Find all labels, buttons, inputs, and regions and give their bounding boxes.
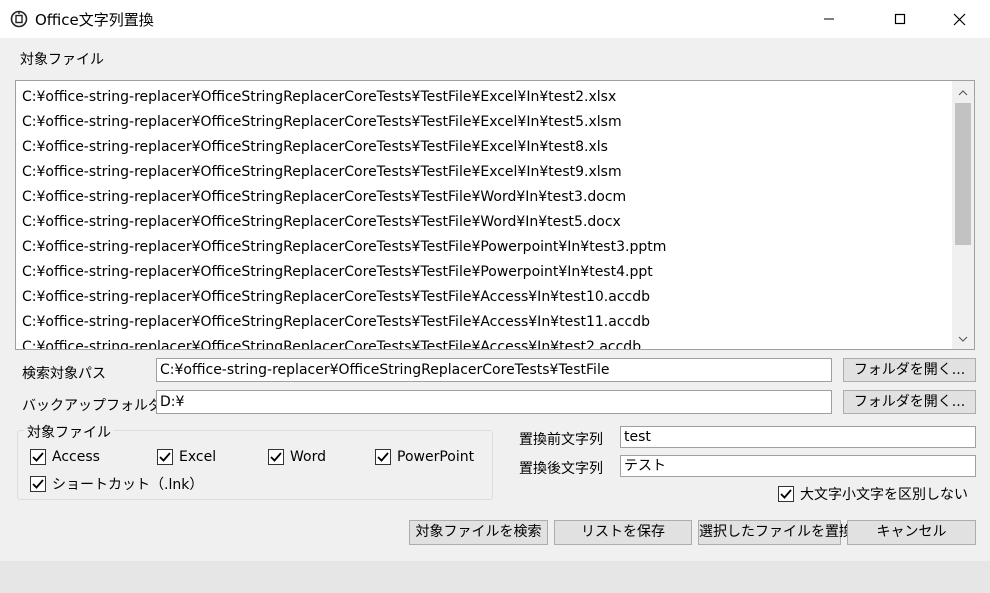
search-path-input[interactable]: C:¥office-string-replacer¥OfficeStringRe… (156, 358, 832, 382)
backup-folder-label: バックアップフォルダー (22, 398, 176, 414)
checkbox-box (30, 449, 46, 465)
app-icon (10, 10, 28, 28)
case-insensitive-label: 大文字小文字を区別しない (800, 487, 968, 503)
checkmark-icon (159, 452, 171, 462)
shortcut-label: ショートカット（.lnk） (52, 477, 204, 493)
target-files-label: 対象ファイル (20, 52, 104, 68)
checkbox-box (157, 449, 173, 465)
list-item[interactable]: C:¥office-string-replacer¥OfficeStringRe… (22, 112, 666, 137)
minimize-button[interactable] (806, 0, 852, 38)
close-button[interactable] (936, 0, 982, 38)
checkbox-box (268, 449, 284, 465)
search-path-label: 検索対象パス (22, 366, 106, 382)
scroll-thumb[interactable] (955, 103, 971, 245)
list-item[interactable]: C:¥office-string-replacer¥OfficeStringRe… (22, 237, 666, 262)
list-item[interactable]: C:¥office-string-replacer¥OfficeStringRe… (22, 87, 666, 112)
checkmark-icon (377, 452, 389, 462)
excel-checkbox[interactable]: Excel (157, 449, 216, 465)
replace-after-label: 置換後文字列 (519, 461, 603, 477)
replace-after-input[interactable]: テスト (620, 455, 976, 477)
replace-before-input[interactable]: test (620, 426, 976, 448)
title-bar: Office文字列置換 (0, 0, 990, 38)
scroll-down-button[interactable] (952, 329, 974, 349)
checkbox-box (375, 449, 391, 465)
shortcut-checkbox[interactable]: ショートカット（.lnk） (30, 474, 203, 494)
backup-folder-input[interactable]: D:¥ (156, 390, 832, 414)
file-list-items: C:¥office-string-replacer¥OfficeStringRe… (22, 87, 666, 349)
checkmark-icon (32, 479, 44, 489)
maximize-icon (894, 13, 906, 25)
list-item[interactable]: C:¥office-string-replacer¥OfficeStringRe… (22, 162, 666, 187)
list-item[interactable]: C:¥office-string-replacer¥OfficeStringRe… (22, 212, 666, 237)
case-insensitive-checkbox[interactable]: 大文字小文字を区別しない (778, 484, 968, 504)
checkmark-icon (32, 452, 44, 462)
list-item[interactable]: C:¥office-string-replacer¥OfficeStringRe… (22, 187, 666, 212)
chevron-up-icon (958, 90, 968, 96)
word-label: Word (290, 449, 326, 465)
checkbox-box (778, 486, 794, 502)
scroll-up-button[interactable] (952, 83, 974, 103)
open-search-folder-button[interactable]: フォルダを開く... (843, 358, 976, 382)
list-item[interactable]: C:¥office-string-replacer¥OfficeStringRe… (22, 262, 666, 287)
search-files-button[interactable]: 対象ファイルを検索 (409, 520, 548, 545)
replace-before-label: 置換前文字列 (519, 432, 603, 448)
list-item[interactable]: C:¥office-string-replacer¥OfficeStringRe… (22, 287, 666, 312)
checkbox-box (30, 476, 46, 492)
access-checkbox[interactable]: Access (30, 449, 100, 465)
close-icon (953, 13, 965, 25)
open-backup-folder-button[interactable]: フォルダを開く... (843, 390, 976, 414)
powerpoint-label: PowerPoint (397, 449, 475, 465)
checkmark-icon (270, 452, 282, 462)
chevron-down-icon (958, 336, 968, 342)
file-types-group-title: 対象ファイル (24, 422, 114, 442)
powerpoint-checkbox[interactable]: PowerPoint (375, 449, 474, 465)
excel-label: Excel (179, 449, 217, 465)
list-item[interactable]: C:¥office-string-replacer¥OfficeStringRe… (22, 137, 666, 162)
replace-selected-button[interactable]: 選択したファイルを置換 (698, 520, 853, 545)
checkmark-icon (780, 489, 792, 499)
vertical-scrollbar[interactable] (952, 81, 974, 349)
list-item[interactable]: C:¥office-string-replacer¥OfficeStringRe… (22, 337, 666, 349)
minimize-icon (824, 18, 834, 20)
cancel-button[interactable]: キャンセル (847, 520, 976, 545)
save-list-button[interactable]: リストを保存 (554, 520, 692, 545)
status-area (0, 561, 990, 593)
access-label: Access (52, 449, 100, 465)
file-list[interactable]: C:¥office-string-replacer¥OfficeStringRe… (15, 80, 975, 350)
maximize-button[interactable] (877, 0, 923, 38)
window-title: Office文字列置換 (35, 11, 154, 29)
list-item[interactable]: C:¥office-string-replacer¥OfficeStringRe… (22, 312, 666, 337)
word-checkbox[interactable]: Word (268, 449, 326, 465)
